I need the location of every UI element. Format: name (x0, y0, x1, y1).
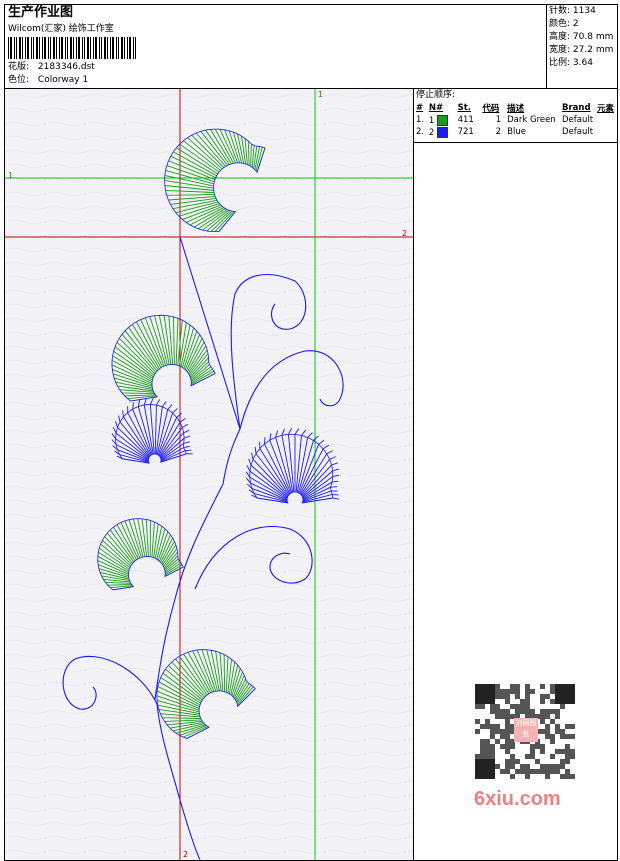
stat-colors: 颜色: 2 (549, 19, 579, 29)
guide-label-v2: 2 (183, 850, 189, 859)
row-index: 1. (416, 115, 425, 125)
row-code: 2 (495, 127, 502, 137)
color-swatch (437, 114, 449, 126)
row-needle: 1 (429, 114, 458, 126)
row-stitches: 721 (457, 127, 474, 137)
row-code: 1 (495, 115, 502, 125)
col-element: 元素 (596, 104, 614, 114)
design-value: 2183346.dst (37, 62, 95, 72)
col-brand: Brand (561, 103, 591, 113)
table-row: 2. 2 721 2 Blue Default (416, 126, 617, 138)
row-desc: Dark Green (507, 115, 556, 125)
stat-height: 高度: 70.8 mm (549, 32, 614, 42)
stop-sequence-separator (414, 142, 618, 143)
stat-stitches: 针数: 1134 (549, 6, 596, 16)
barcode (8, 37, 136, 59)
page-title: 生产作业图 (8, 5, 74, 20)
row-stitches: 411 (457, 115, 474, 125)
color-table: # N# St. 代码 描述 Brand 元素 1. 1 411 1 Dark … (416, 102, 617, 138)
col-desc: 描述 (507, 104, 525, 114)
color-table-header: # N# St. 代码 描述 Brand 元素 (416, 102, 617, 114)
stop-sequence-title: 停止顺序: (416, 90, 456, 100)
row-brand: Default (561, 115, 594, 125)
stat-scale: 比例: 3.64 (549, 58, 593, 68)
col-code: 代码 (482, 104, 500, 114)
color-swatch (437, 126, 449, 138)
stats-divider (546, 4, 547, 88)
stop-sequence-panel: 停止顺序: # N# St. 代码 描述 Brand 元素 1. 1 411 1… (414, 89, 617, 142)
watermark-site: 6xiu.com (474, 788, 561, 810)
design-canvas-svg (5, 89, 413, 860)
company-name: Wilcom(汇家) 绘饰工作室 (8, 24, 114, 34)
qr-code: 刘网图纸 (470, 680, 580, 782)
design-canvas (5, 89, 413, 860)
table-row: 1. 1 411 1 Dark Green Default (416, 114, 617, 126)
col-index: # (416, 103, 424, 113)
colorway: 色位: Colorway 1 (8, 75, 88, 86)
design-name: 花版: 2183346.dst (8, 62, 95, 73)
row-brand: Default (561, 127, 594, 137)
colorway-value: Colorway 1 (37, 75, 89, 85)
col-stitches: St. (457, 103, 472, 113)
qr-badge: 刘网图纸 (514, 718, 538, 742)
col-needle: N# (428, 103, 444, 113)
guide-label-h2: 2 (402, 229, 408, 238)
row-desc: Blue (507, 127, 526, 137)
colorway-label: 色位: (8, 75, 30, 85)
canvas-divider (413, 88, 414, 861)
stat-width: 宽度: 27.2 mm (549, 45, 614, 55)
guide-label-h1: 1 (8, 171, 14, 180)
row-index: 2. (416, 127, 425, 137)
row-needle: 2 (429, 126, 458, 138)
design-label: 花版: (8, 62, 30, 72)
guide-label-v1: 1 (318, 90, 324, 99)
